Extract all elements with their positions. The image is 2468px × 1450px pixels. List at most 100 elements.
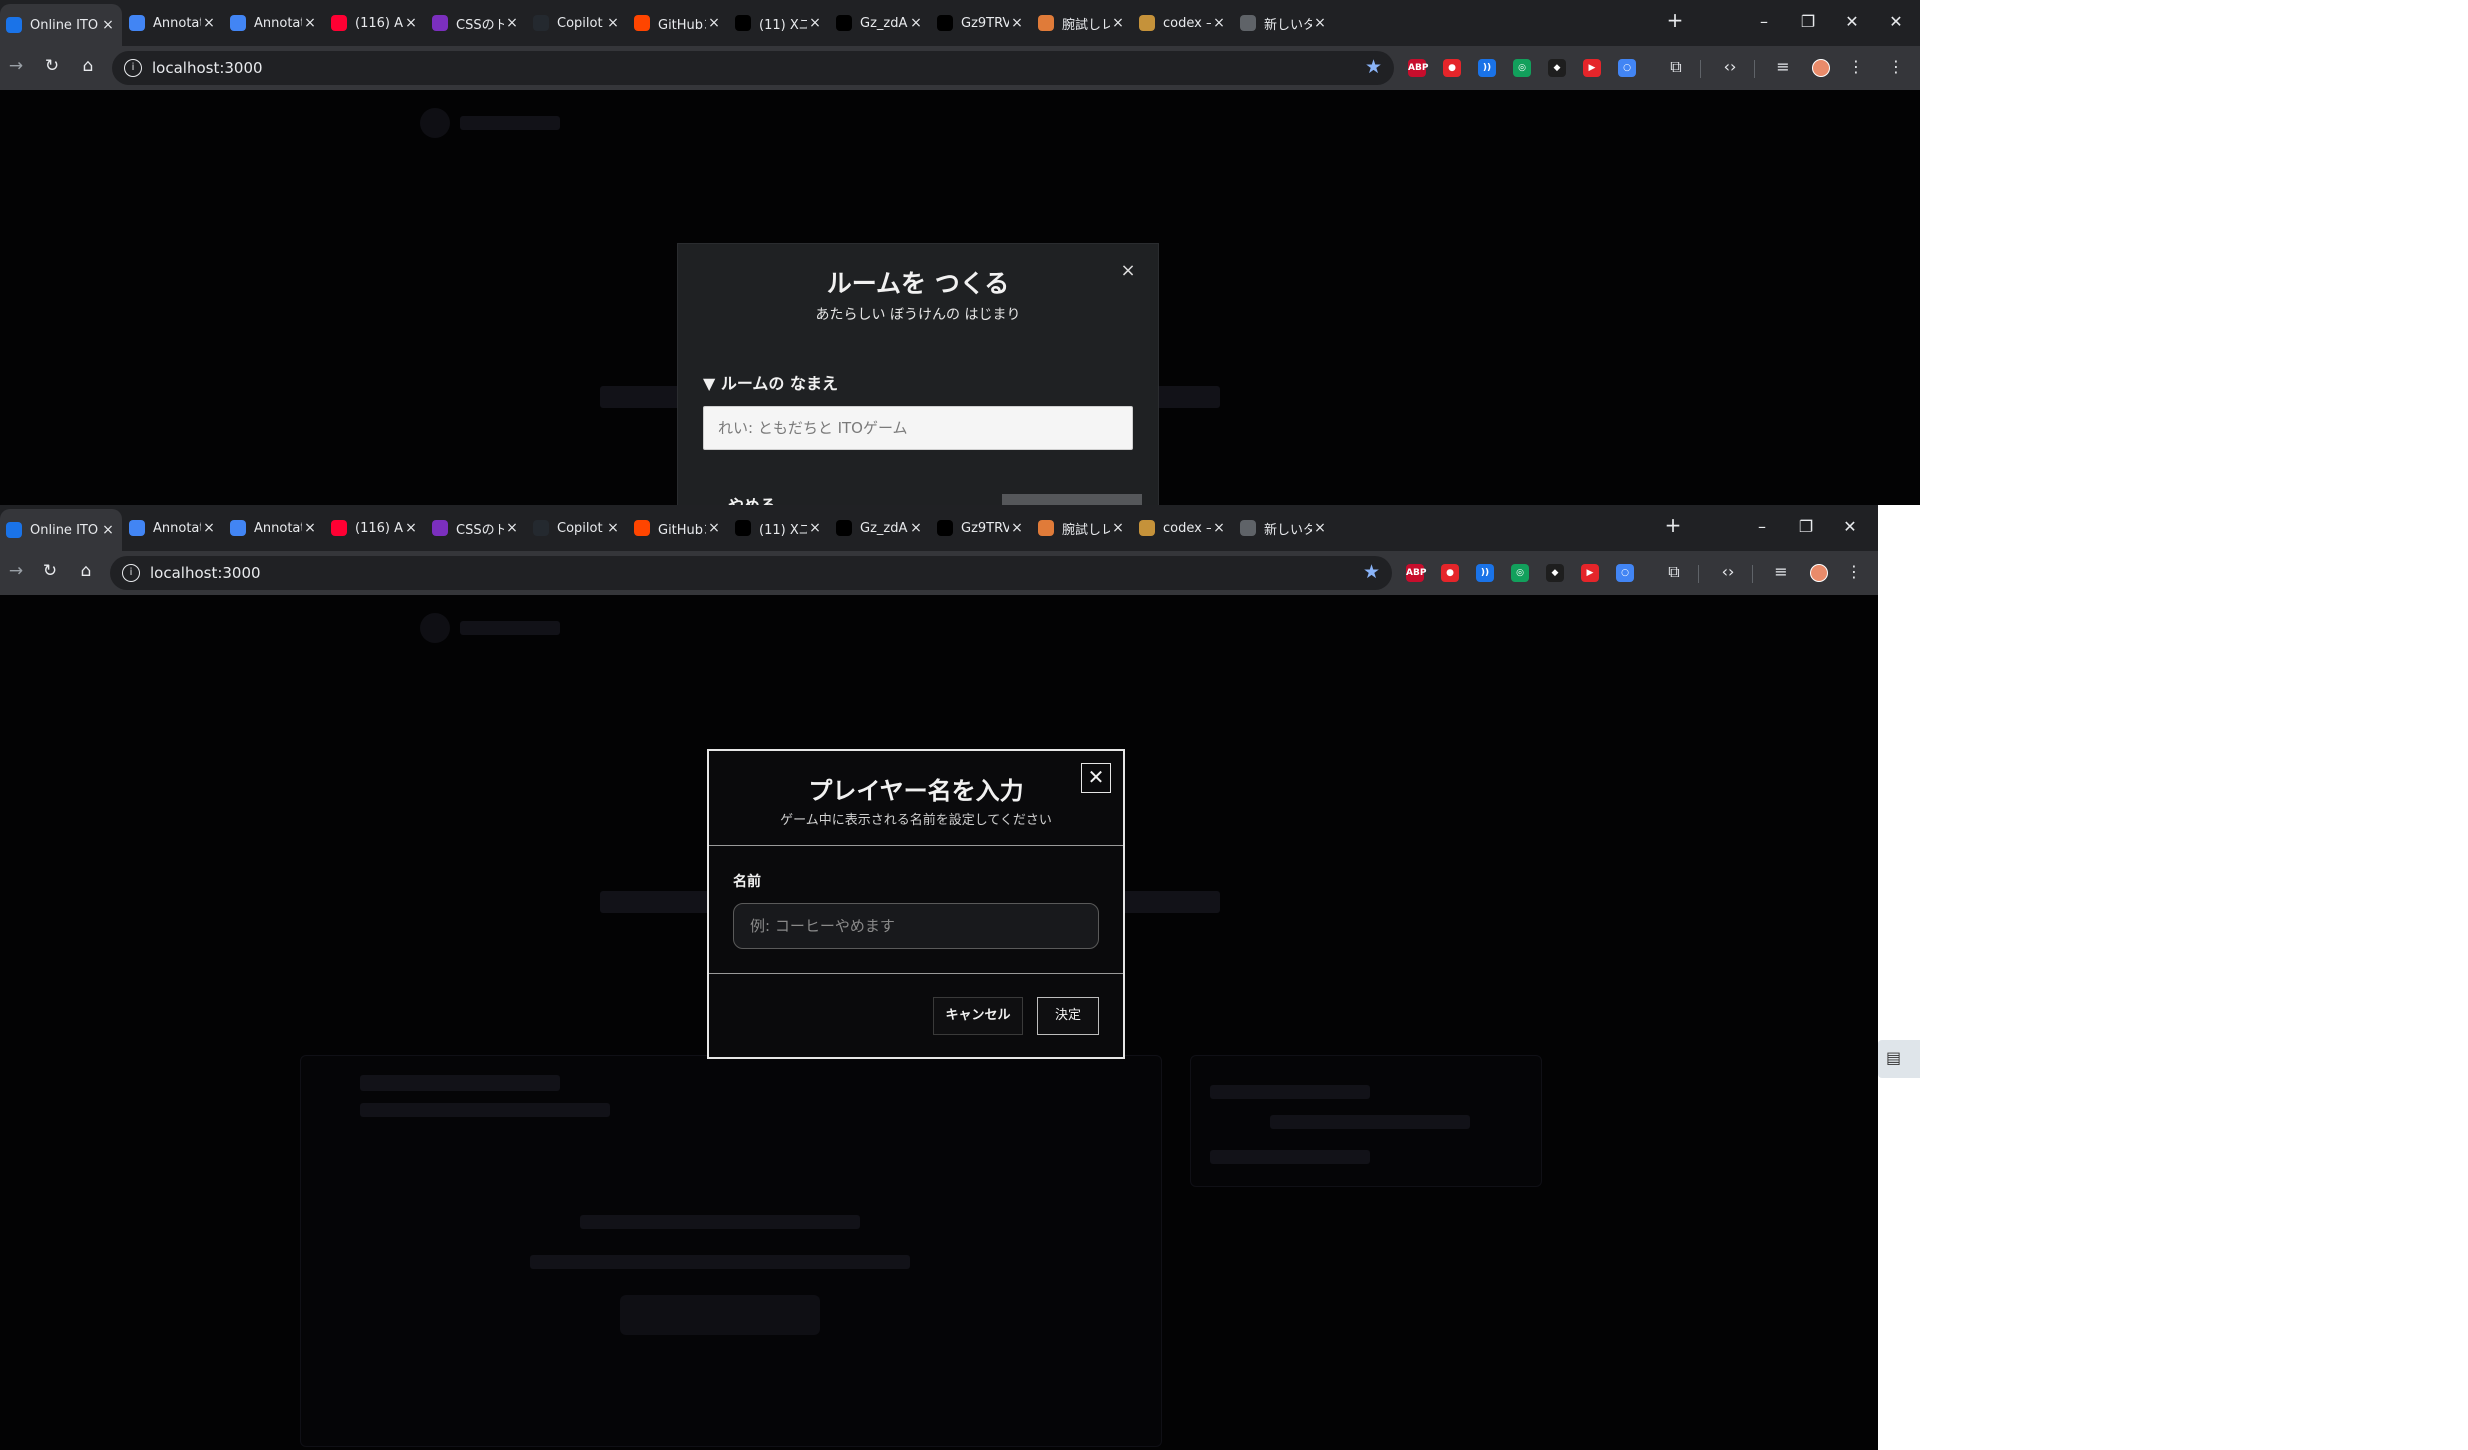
tab-7[interactable]: GitHubコパ× — [628, 511, 728, 545]
address-bar[interactable]: i localhost:3000 ★ — [110, 556, 1392, 590]
tab-13[interactable]: 新しいタブ× — [1234, 511, 1334, 545]
tab-close-icon[interactable]: × — [1312, 520, 1328, 536]
tab-7[interactable]: GitHubコパ× — [628, 6, 728, 40]
tab-close-icon[interactable]: × — [1009, 520, 1025, 536]
tab-12[interactable]: codex – Se× — [1133, 6, 1233, 40]
tab-6[interactable]: Copilot Pr× — [527, 511, 627, 545]
devtools-icon[interactable]: ‹› — [1717, 562, 1739, 581]
tab-close-icon[interactable]: × — [908, 15, 924, 31]
close-window-button-secondary[interactable]: ✕ — [1874, 6, 1918, 38]
restore-button[interactable]: ❐ — [1784, 511, 1828, 543]
new-tab-button[interactable]: + — [1660, 8, 1690, 32]
tab-3[interactable]: Annotate I× — [224, 511, 324, 545]
extension-icon-2[interactable]: ● — [1443, 59, 1461, 77]
feedback-widget[interactable]: ▤ — [1878, 1040, 1920, 1078]
minimize-button[interactable]: – — [1742, 6, 1786, 38]
tab-close-icon[interactable]: × — [1312, 15, 1328, 31]
extension-icon-4[interactable]: ◎ — [1513, 59, 1531, 77]
tab-close-icon[interactable]: × — [908, 520, 924, 536]
tab-13[interactable]: 新しいタブ× — [1234, 6, 1334, 40]
tab-11[interactable]: 腕試しレベル× — [1032, 511, 1132, 545]
extension-icon-7[interactable]: ○ — [1618, 59, 1636, 77]
extension-icon-1[interactable]: ABP — [1406, 564, 1426, 582]
site-info-icon[interactable]: i — [124, 59, 142, 77]
reload-icon[interactable]: ↻ — [38, 561, 62, 581]
extension-icon-1[interactable]: ABP — [1408, 59, 1428, 77]
extensions-puzzle-icon[interactable]: ⧉ — [1665, 57, 1687, 77]
tab-close-icon[interactable]: × — [1211, 15, 1227, 31]
tab-close-icon[interactable]: × — [100, 17, 116, 33]
tab-12[interactable]: codex – Se× — [1133, 511, 1233, 545]
reload-icon[interactable]: ↻ — [40, 56, 64, 76]
extension-icon-6[interactable]: ▶ — [1581, 564, 1599, 582]
chrome-menu-icon[interactable]: ⋮ — [1843, 562, 1865, 581]
media-queue-icon[interactable]: ≡ — [1770, 562, 1792, 581]
extension-icon-5[interactable]: ◆ — [1546, 564, 1564, 582]
tab-close-icon[interactable]: × — [1211, 520, 1227, 536]
player-name-input[interactable] — [733, 903, 1099, 949]
tab-close-icon[interactable]: × — [706, 15, 722, 31]
tab-close-icon[interactable]: × — [1110, 520, 1126, 536]
tab-close-icon[interactable]: × — [100, 522, 116, 538]
extension-icon-5[interactable]: ◆ — [1548, 59, 1566, 77]
extension-icon-6[interactable]: ▶ — [1583, 59, 1601, 77]
tab-8[interactable]: (11) Xユーザ× — [729, 511, 829, 545]
media-queue-icon[interactable]: ≡ — [1772, 57, 1794, 76]
tab-9[interactable]: Gz_zdAzb× — [830, 511, 930, 545]
tab-close-icon[interactable]: × — [605, 15, 621, 31]
create-button[interactable]: つくる — [1002, 494, 1142, 505]
tab-close-icon[interactable]: × — [504, 15, 520, 31]
tab-close-icon[interactable]: × — [807, 520, 823, 536]
tab-2[interactable]: Annotate I× — [123, 511, 223, 545]
devtools-icon[interactable]: ‹› — [1719, 57, 1741, 76]
tab-8[interactable]: (11) Xユーザ× — [729, 6, 829, 40]
tab-close-icon[interactable]: × — [302, 15, 318, 31]
home-icon[interactable]: ⌂ — [76, 56, 100, 76]
extensions-puzzle-icon[interactable]: ⧉ — [1663, 562, 1685, 582]
minimize-button[interactable]: – — [1740, 511, 1784, 543]
tab-11[interactable]: 腕試しレベル× — [1032, 6, 1132, 40]
close-window-button[interactable]: ✕ — [1828, 511, 1872, 543]
address-bar[interactable]: i localhost:3000 ★ — [112, 51, 1394, 85]
tab-6[interactable]: Copilot Pr× — [527, 6, 627, 40]
tab-close-icon[interactable]: × — [201, 520, 217, 536]
tab-4[interactable]: (116) ASM× — [325, 511, 425, 545]
profile-avatar[interactable] — [1812, 59, 1830, 77]
tab-close-icon[interactable]: × — [302, 520, 318, 536]
tab-close-icon[interactable]: × — [1009, 15, 1025, 31]
tab-5[interactable]: CSSのトップ× — [426, 6, 526, 40]
tab-4[interactable]: (116) ASM× — [325, 6, 425, 40]
bookmark-star-icon[interactable]: ★ — [1365, 56, 1382, 78]
close-icon[interactable]: ✕ — [1081, 763, 1111, 793]
close-icon[interactable]: × — [1118, 260, 1138, 281]
cancel-button[interactable]: やめる — [728, 492, 776, 505]
site-info-icon[interactable]: i — [122, 564, 140, 582]
tab-close-icon[interactable]: × — [1110, 15, 1126, 31]
profile-avatar[interactable] — [1810, 564, 1828, 582]
side-menu-icon[interactable]: ⋮ — [1885, 57, 1907, 76]
tab-1[interactable]: Online ITO × — [0, 4, 122, 46]
tab-close-icon[interactable]: × — [706, 520, 722, 536]
tab-close-icon[interactable]: × — [201, 15, 217, 31]
forward-icon[interactable]: → — [4, 56, 28, 76]
tab-close-icon[interactable]: × — [403, 15, 419, 31]
extension-icon-4[interactable]: ◎ — [1511, 564, 1529, 582]
cancel-button[interactable]: キャンセル — [933, 997, 1023, 1035]
tab-close-icon[interactable]: × — [504, 520, 520, 536]
tab-2[interactable]: Annotate I× — [123, 6, 223, 40]
tab-1[interactable]: Online ITO × — [0, 509, 122, 551]
bookmark-star-icon[interactable]: ★ — [1363, 561, 1380, 583]
tab-3[interactable]: Annotate I× — [224, 6, 324, 40]
close-window-button[interactable]: ✕ — [1830, 6, 1874, 38]
restore-button[interactable]: ❐ — [1786, 6, 1830, 38]
extension-icon-7[interactable]: ○ — [1616, 564, 1634, 582]
tab-9[interactable]: Gz_zdAzb× — [830, 6, 930, 40]
tab-10[interactable]: Gz9TRV3b× — [931, 511, 1031, 545]
room-name-input[interactable] — [703, 406, 1133, 450]
tab-close-icon[interactable]: × — [807, 15, 823, 31]
new-tab-button[interactable]: + — [1658, 513, 1688, 537]
extension-icon-3[interactable]: )) — [1476, 564, 1494, 582]
confirm-button[interactable]: 決定 — [1037, 997, 1099, 1035]
tab-close-icon[interactable]: × — [403, 520, 419, 536]
extension-icon-2[interactable]: ● — [1441, 564, 1459, 582]
